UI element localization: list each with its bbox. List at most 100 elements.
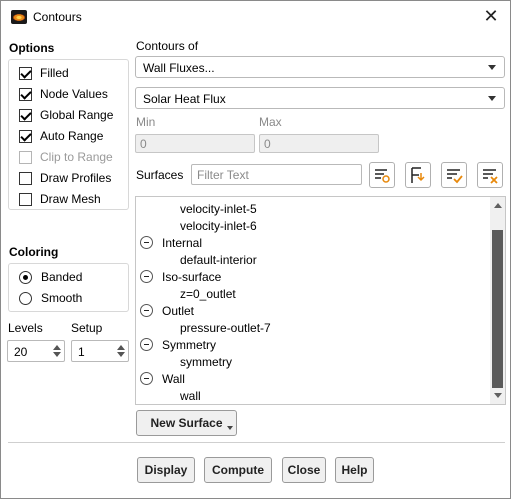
checkbox-box[interactable] <box>19 66 32 80</box>
auto-range-checkbox[interactable]: Auto Range <box>19 127 103 145</box>
checkbox-label: Clip to Range <box>40 150 113 164</box>
list-item-label: velocity-inlet-5 <box>180 201 257 216</box>
list-item-label: velocity-inlet-6 <box>180 218 257 233</box>
close-button[interactable]: Close <box>282 457 326 483</box>
list-item-label: z=0_outlet <box>180 286 236 301</box>
surfaces-list[interactable]: velocity-inlet-5 velocity-inlet-6 Intern… <box>135 196 506 405</box>
close-icon[interactable]: ✕ <box>482 6 500 26</box>
smooth-radio[interactable]: Smooth <box>19 289 82 307</box>
list-group[interactable]: Wall <box>140 370 185 387</box>
max-label: Max <box>259 115 282 129</box>
quantity-value: Solar Heat Flux <box>143 92 226 106</box>
divider <box>8 442 505 443</box>
checkbox-box[interactable] <box>19 108 32 122</box>
list-item[interactable]: wall <box>180 387 201 404</box>
chevron-down-icon <box>488 96 496 101</box>
list-group[interactable]: Iso-surface <box>140 268 221 285</box>
checkbox-box[interactable] <box>19 192 32 206</box>
checkbox-label: Draw Mesh <box>40 192 101 206</box>
quantity-dropdown[interactable]: Solar Heat Flux <box>135 87 505 109</box>
list-item-label: symmetry <box>180 354 232 369</box>
select-all-button[interactable] <box>441 162 467 188</box>
collapse-icon[interactable] <box>140 372 153 385</box>
list-group[interactable]: Outlet <box>140 302 194 319</box>
spin-down-icon[interactable] <box>117 352 125 357</box>
scroll-down-icon[interactable] <box>494 393 502 398</box>
filter-text-input[interactable] <box>192 165 361 184</box>
list-group[interactable]: Symmetry <box>140 336 216 353</box>
deselect-all-button[interactable] <box>477 162 503 188</box>
title-bar: Contours ✕ <box>1 1 510 32</box>
coloring-title: Coloring <box>9 245 59 259</box>
list-item[interactable]: z=0_outlet <box>180 285 236 302</box>
list-group-label: Wall <box>162 371 185 386</box>
setup-spinbox[interactable]: 1 <box>71 340 129 362</box>
checkbox-label: Filled <box>40 66 69 80</box>
surfaces-label: Surfaces <box>136 168 184 182</box>
min-field: 0 <box>135 134 255 153</box>
levels-spinbox[interactable]: 20 <box>7 340 65 362</box>
collapse-icon[interactable] <box>140 304 153 317</box>
list-group-label: Iso-surface <box>162 269 222 284</box>
checkbox-box[interactable] <box>19 171 32 185</box>
filter-text-field[interactable] <box>191 164 362 185</box>
max-field: 0 <box>259 134 379 153</box>
radio-button[interactable] <box>19 291 32 305</box>
contours-dialog: Contours ✕ Options Filled Node Values Gl… <box>0 0 511 499</box>
list-scrollbar[interactable] <box>490 197 505 404</box>
compute-button[interactable]: Compute <box>204 457 272 483</box>
draw-profiles-checkbox[interactable]: Draw Profiles <box>19 169 111 187</box>
clip-to-range-checkbox: Clip to Range <box>19 148 113 166</box>
draw-mesh-checkbox[interactable]: Draw Mesh <box>19 190 101 208</box>
scroll-up-icon[interactable] <box>494 203 502 208</box>
new-surface-button[interactable]: New Surface <box>136 410 237 436</box>
fluent-app-icon <box>11 10 27 24</box>
setup-value: 1 <box>78 345 85 359</box>
list-group[interactable]: Internal <box>140 234 202 251</box>
contours-of-label: Contours of <box>136 39 199 53</box>
display-button[interactable]: Display <box>137 457 195 483</box>
filter-list-icon <box>375 169 390 183</box>
help-button[interactable]: Help <box>335 457 374 483</box>
global-range-checkbox[interactable]: Global Range <box>19 106 113 124</box>
banded-radio[interactable]: Banded <box>19 268 82 286</box>
list-group-label: Outlet <box>162 303 195 318</box>
checkbox-label: Node Values <box>40 87 108 101</box>
collapse-icon[interactable] <box>140 270 153 283</box>
deselect-all-icon <box>483 169 498 184</box>
list-item-label: pressure-outlet-7 <box>180 320 271 335</box>
options-group: Filled Node Values Global Range Auto Ran… <box>8 59 129 210</box>
min-label: Min <box>136 115 156 129</box>
checkbox-box[interactable] <box>19 87 32 101</box>
group-surfaces-button[interactable] <box>405 162 431 188</box>
list-group-label: Internal <box>162 235 203 250</box>
spin-down-icon[interactable] <box>53 352 61 357</box>
category-value: Wall Fluxes... <box>143 61 215 75</box>
node-values-checkbox[interactable]: Node Values <box>19 85 108 103</box>
scroll-thumb[interactable] <box>492 230 503 388</box>
collapse-icon[interactable] <box>140 338 153 351</box>
checkbox-label: Auto Range <box>40 129 104 143</box>
filled-checkbox[interactable]: Filled <box>19 64 69 82</box>
list-item[interactable]: velocity-inlet-6 <box>180 217 257 234</box>
list-group-label: Symmetry <box>162 337 216 352</box>
setup-label: Setup <box>71 321 103 335</box>
levels-label: Levels <box>8 321 43 335</box>
list-item-label: default-interior <box>180 252 257 267</box>
spin-up-icon[interactable] <box>53 345 61 350</box>
list-item[interactable]: pressure-outlet-7 <box>180 319 271 336</box>
coloring-group: Banded Smooth <box>8 263 129 312</box>
radio-button[interactable] <box>19 270 32 284</box>
checkbox-box[interactable] <box>19 129 32 143</box>
select-surfaces-button[interactable] <box>369 162 395 188</box>
checkbox-label: Draw Profiles <box>40 171 112 185</box>
category-dropdown[interactable]: Wall Fluxes... <box>135 56 505 78</box>
dropdown-arrow-icon <box>227 426 233 430</box>
list-item[interactable]: default-interior <box>180 251 257 268</box>
list-item[interactable]: velocity-inlet-5 <box>180 200 257 217</box>
spin-up-icon[interactable] <box>117 345 125 350</box>
list-item[interactable]: symmetry <box>180 353 232 370</box>
collapse-icon[interactable] <box>140 236 153 249</box>
levels-value: 20 <box>14 345 28 359</box>
max-value: 0 <box>264 137 271 151</box>
